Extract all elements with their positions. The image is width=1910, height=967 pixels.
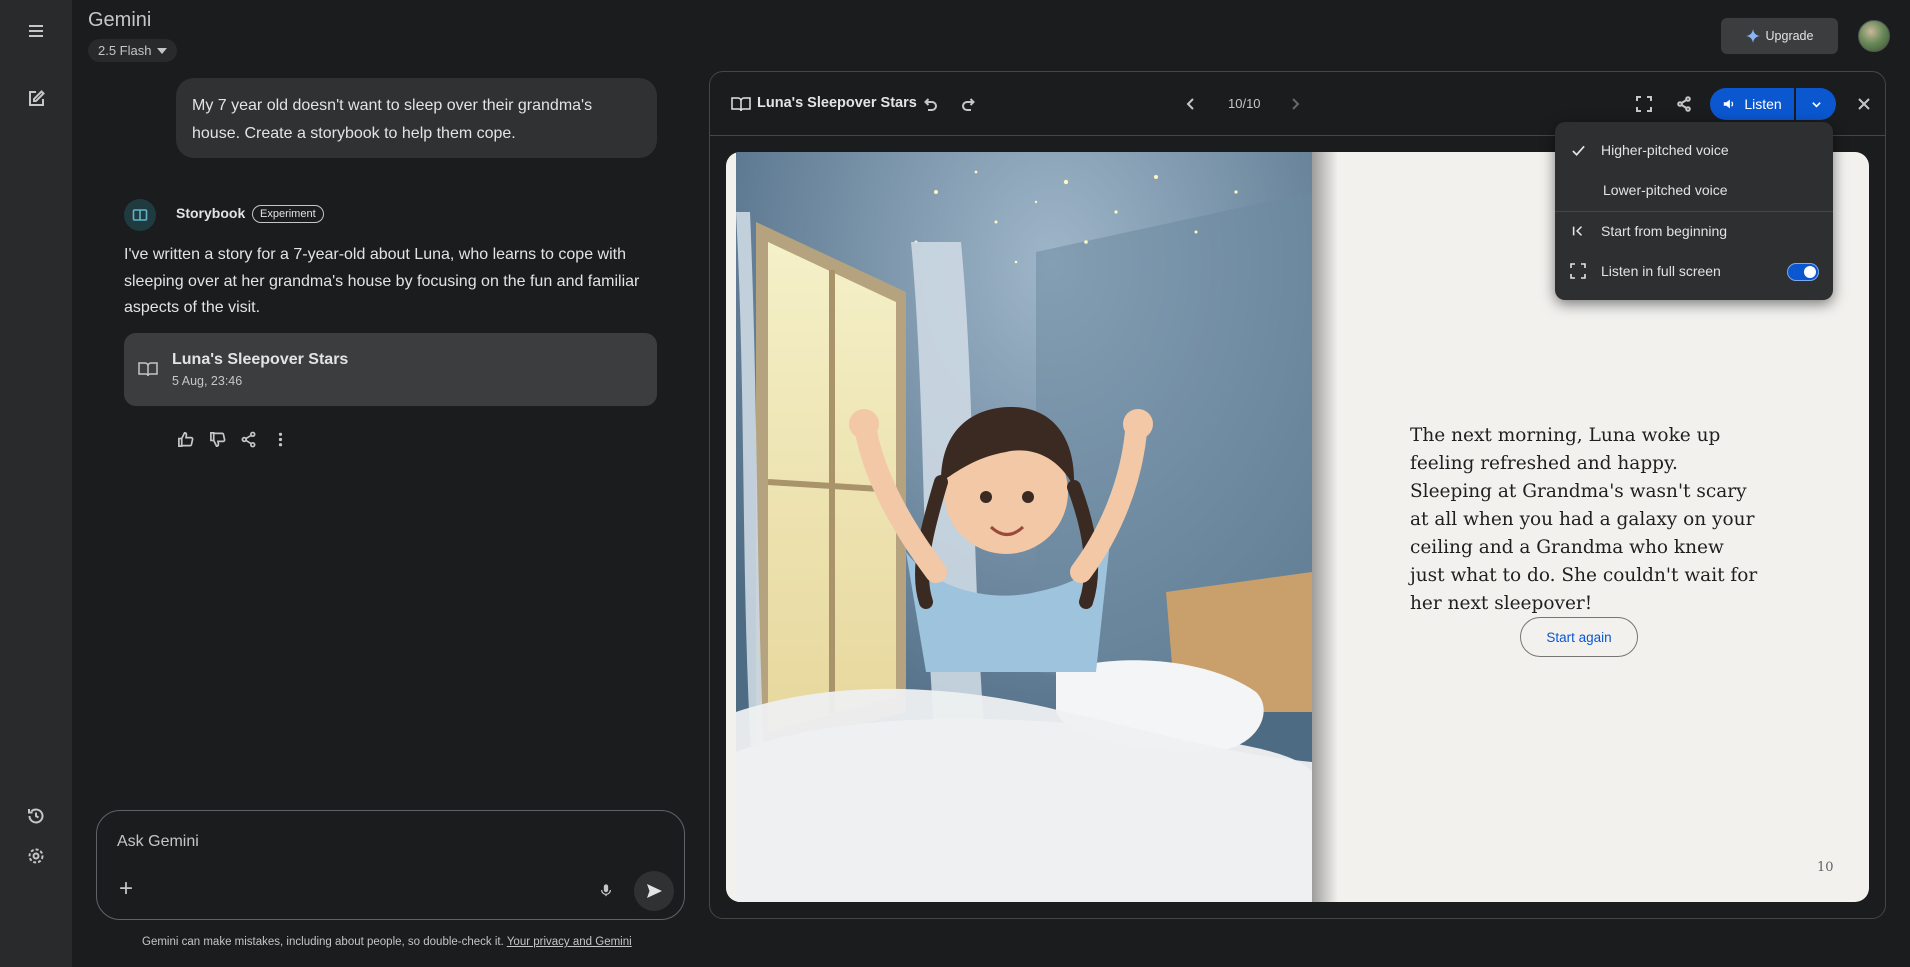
model-label: 2.5 Flash — [98, 43, 152, 58]
toggle-knob — [1804, 266, 1816, 278]
send-button[interactable] — [634, 871, 674, 911]
upgrade-button[interactable]: Upgrade — [1721, 18, 1838, 54]
settings-icon[interactable] — [20, 840, 52, 872]
menu-item-label: Listen in full screen — [1601, 263, 1721, 279]
model-selector[interactable]: 2.5 Flash — [88, 39, 178, 62]
thumbs-up-icon[interactable] — [174, 428, 196, 450]
book-open-icon — [138, 362, 158, 377]
menu-icon[interactable] — [20, 15, 52, 47]
listen-options-button[interactable] — [1796, 88, 1836, 120]
menu-item-label: Lower-pitched voice — [1603, 182, 1728, 198]
fullscreen-icon[interactable] — [1632, 92, 1656, 116]
menu-item-listen-fullscreen[interactable]: Listen in full screen — [1555, 251, 1833, 291]
skip-to-start-icon — [1569, 222, 1587, 240]
previous-page-icon[interactable] — [1179, 92, 1203, 116]
new-chat-icon[interactable] — [20, 83, 52, 115]
add-icon[interactable]: + — [115, 877, 137, 901]
book-spine — [1312, 152, 1338, 902]
prompt-input[interactable]: Ask Gemini — [117, 833, 199, 851]
privacy-link[interactable]: Your privacy and Gemini — [507, 936, 632, 948]
disclaimer-text: Gemini can make mistakes, including abou… — [142, 936, 504, 948]
listen-options-menu: Higher-pitched voice Lower-pitched voice… — [1555, 122, 1833, 300]
illustration-scene — [736, 152, 1312, 902]
undo-icon[interactable] — [918, 92, 942, 116]
storybook-icon — [132, 209, 148, 221]
menu-item-lower-voice[interactable]: Lower-pitched voice — [1555, 170, 1833, 210]
thumbs-down-icon[interactable] — [206, 428, 228, 450]
chevron-down-icon — [1811, 101, 1821, 108]
sparkle-icon — [1745, 29, 1760, 43]
activity-icon[interactable] — [20, 800, 52, 832]
upgrade-label: Upgrade — [1765, 29, 1814, 43]
canvas-title: Luna's Sleepover Stars — [757, 95, 917, 111]
volume-icon — [1724, 99, 1734, 109]
listen-label: Listen — [1744, 96, 1782, 112]
app-title: Gemini — [88, 9, 152, 31]
responder-name: Storybook — [176, 205, 246, 221]
page-indicator: 10/10 — [1228, 96, 1261, 111]
more-vert-icon[interactable] — [269, 428, 291, 450]
prompt-composer[interactable]: Ask Gemini + — [96, 810, 685, 920]
menu-item-higher-voice[interactable]: Higher-pitched voice — [1555, 130, 1833, 170]
menu-item-start-from-beginning[interactable]: Start from beginning — [1555, 211, 1833, 251]
mic-icon[interactable] — [595, 879, 617, 901]
menu-item-label: Start from beginning — [1601, 223, 1728, 239]
menu-item-label: Higher-pitched voice — [1601, 142, 1729, 158]
story-card[interactable]: Luna's Sleepover Stars 5 Aug, 23:46 — [124, 333, 657, 406]
redo-icon[interactable] — [957, 92, 981, 116]
disclaimer: Gemini can make mistakes, including abou… — [142, 936, 632, 948]
user-avatar[interactable] — [1858, 20, 1890, 52]
side-rail — [0, 0, 72, 967]
story-card-title: Luna's Sleepover Stars — [172, 351, 349, 368]
share-icon[interactable] — [237, 428, 259, 450]
fullscreen-toggle[interactable] — [1787, 263, 1819, 281]
story-illustration — [736, 152, 1312, 902]
fullscreen-icon — [1569, 262, 1587, 280]
story-page-text: The next morning, Luna woke up feeling r… — [1410, 425, 1758, 614]
book-open-icon — [731, 97, 751, 112]
story-card-date: 5 Aug, 23:46 — [172, 374, 243, 388]
start-again-button[interactable]: Start again — [1520, 617, 1638, 657]
check-icon — [1569, 141, 1587, 159]
storybook-avatar — [124, 199, 156, 231]
experiment-badge: Experiment — [252, 205, 324, 223]
response-text: I've written a story for a 7-year-old ab… — [124, 246, 640, 316]
page-number: 10 — [1817, 860, 1834, 875]
next-page-icon[interactable] — [1283, 92, 1307, 116]
listen-button[interactable]: Listen — [1710, 88, 1794, 120]
caret-down-icon — [157, 47, 168, 54]
share-icon[interactable] — [1672, 92, 1696, 116]
close-icon[interactable] — [1852, 92, 1876, 116]
user-message: My 7 year old doesn't want to sleep over… — [176, 78, 657, 158]
send-icon — [647, 884, 662, 898]
